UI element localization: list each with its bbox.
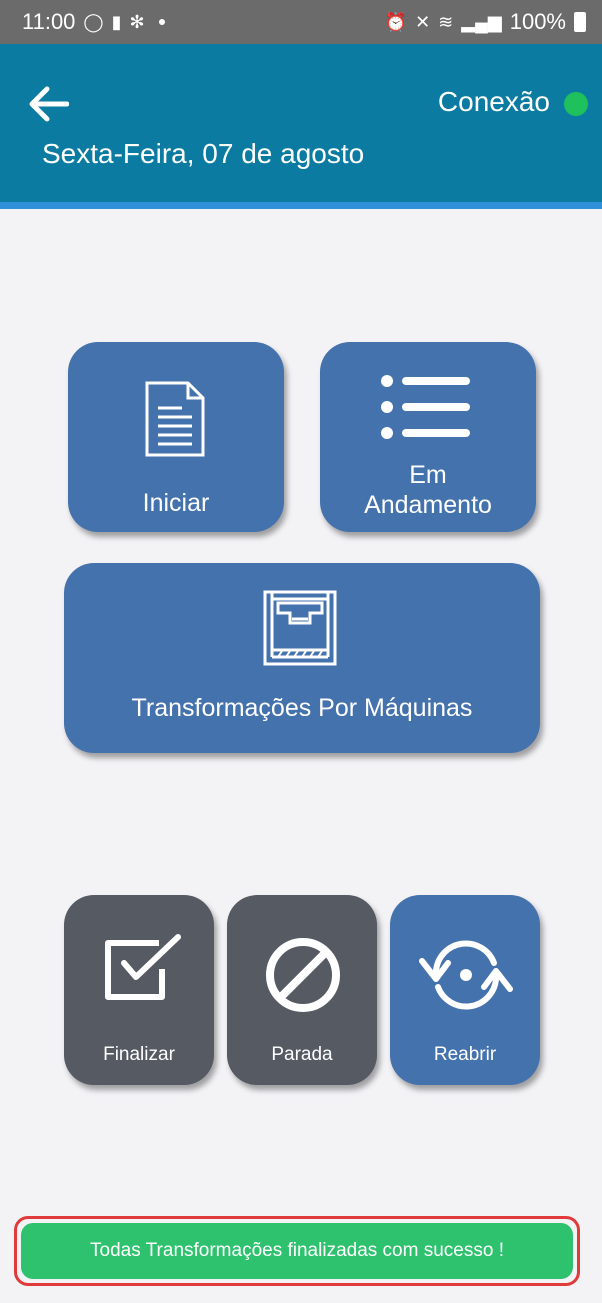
notification-icon: ▮ [111,12,122,32]
document-icon [145,381,205,457]
status-right: ⏰ ✕ ≋ ▂▄▆ 100% [385,9,586,35]
alarm-icon: ⏰ [384,12,408,32]
finalizar-label: Finalizar [103,1044,175,1065]
refresh-icon [419,940,513,1010]
checkbox-icon [105,934,181,1000]
reabrir-button[interactable]: Reabrir [390,895,540,1085]
more-notifications-icon [158,19,165,25]
parada-button[interactable]: Parada [227,895,377,1085]
em-andamento-label-line2: Andamento [364,491,492,519]
list-icon [381,375,470,439]
em-andamento-label: Em Andamento [320,460,536,520]
transformacoes-por-maquinas-button[interactable]: Transformações Por Máquinas [64,563,540,753]
iniciar-button[interactable]: Iniciar [68,342,284,532]
connection-label: Conexão [437,86,550,117]
signal-icon: ▂▄▆ [461,12,502,32]
fan-icon: ✻ [129,12,145,32]
transformacoes-label: Transformações Por Máquinas [131,694,473,722]
header-divider [0,202,602,209]
wifi-icon: ≋ [438,12,454,32]
back-button[interactable] [26,82,70,126]
success-toast[interactable]: Todas Transformações finalizadas com suc… [21,1223,573,1279]
prohibited-icon [266,938,340,1012]
mute-icon: ✕ [415,12,431,32]
reabrir-label: Reabrir [433,1044,497,1065]
status-bar: 11:00 ◯ ▮ ✻ ⏰ ✕ ≋ ▂▄▆ 100% [0,0,602,44]
header-date: Sexta-Feira, 07 de agosto [42,138,365,169]
arrow-left-icon [29,86,69,122]
toast-highlight: Todas Transformações finalizadas com suc… [14,1216,580,1286]
battery-percent: 100% [509,9,566,34]
em-andamento-label-line1: Em [409,461,447,489]
parada-label: Parada [271,1044,333,1065]
whatsapp-icon: ◯ [83,12,104,32]
machine-press-icon [263,590,337,666]
app-header [0,44,602,202]
battery-icon [574,12,586,32]
em-andamento-button[interactable]: Em Andamento [320,342,536,532]
toast-message: Todas Transformações finalizadas com suc… [90,1240,504,1261]
connection-status-dot [564,92,588,116]
status-left: 11:00 ◯ ▮ ✻ [22,9,165,35]
iniciar-label: Iniciar [142,489,210,517]
finalizar-button[interactable]: Finalizar [64,895,214,1085]
status-time: 11:00 [22,9,76,34]
